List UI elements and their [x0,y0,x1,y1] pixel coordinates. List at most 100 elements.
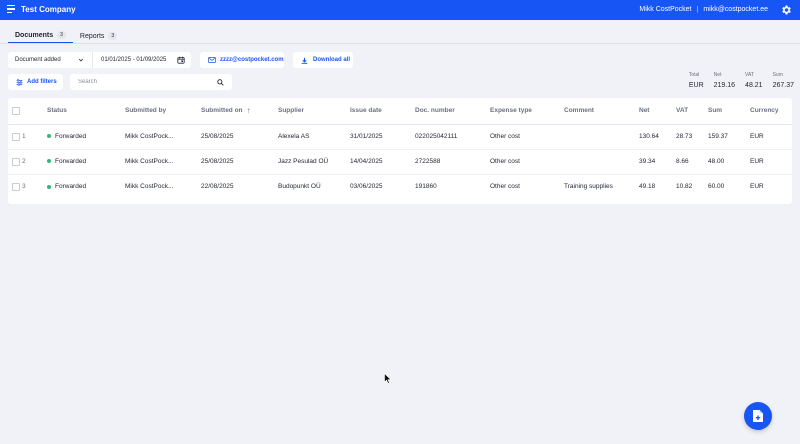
mail-icon [208,57,216,63]
currency-cell: EUR [750,183,764,191]
filter-icon [16,78,23,86]
col-header-expense-type[interactable]: Expense type [490,98,564,125]
date-range-field[interactable]: 01/01/2025 - 01/09/2025 [93,52,191,68]
status-cell: Forwarded [47,149,125,175]
tab-reports-count: 3 [108,32,118,40]
submitted-by-cell: Mikk CostPock... [125,183,174,191]
doc-number-cell: 2722588 [415,149,490,175]
sum-cell: 48.00 [708,149,750,175]
search-icon[interactable] [217,79,224,86]
row-checkbox[interactable] [12,182,20,191]
tabs-divider [0,43,800,44]
download-icon [301,57,308,64]
status-text: Forwarded [55,133,87,140]
net-cell: 49.18 [639,183,656,191]
documents-table: Status Submitted by Submitted on ↑ Suppli… [8,98,792,199]
col-header-sum[interactable]: Sum [708,98,750,125]
submitted-on-cell: 25/08/2025 [201,149,278,175]
total-vat: VAT 48.21 [745,72,763,89]
row-checkbox[interactable] [12,157,20,166]
expense-type-cell: Other cost [490,124,564,150]
user-separator: | [696,6,699,13]
new-document-button[interactable] [744,402,772,430]
tab-documents-label: Documents [15,31,54,39]
select-all-checkbox[interactable] [12,106,20,115]
totals-summary: Total EUR Net 219.16 VAT 48.21 Sum 267.3… [689,72,794,89]
tab-reports-label: Reports [79,32,105,40]
row-number: 1 [22,124,47,150]
sort-select[interactable]: Document added [8,52,93,68]
email-button-label: zzzz@costpocket.com [220,57,284,63]
user-info[interactable]: Mikk CostPocket | mikk@costpocket.ee [639,6,768,13]
tab-documents[interactable]: Documents 3 [8,28,73,44]
issue-date-cell: 14/04/2025 [350,149,415,175]
total-value: EUR [688,82,704,89]
vat-cell: 10.82 [676,183,693,191]
col-header-doc-number[interactable]: Doc. number [415,98,490,125]
col-header-submitted-by[interactable]: Submitted by [125,98,201,125]
col-header-supplier[interactable]: Supplier [278,98,350,125]
supplier-cell: Budopunkt OÜ [278,183,321,191]
status-dot-icon [47,159,51,164]
total-currency: Total EUR [689,72,704,89]
user-name: Mikk CostPocket [639,6,692,13]
tab-documents-count: 3 [57,31,66,39]
submitted-by-cell: Mikk CostPock... [125,149,201,175]
supplier-cell: Jazz Pesulad OÜ [278,149,350,175]
download-all-button[interactable]: Download all [293,52,353,68]
submitted-by-cell: Mikk CostPock... [125,124,201,150]
doc-number-cell: 022025042111 [415,124,490,150]
col-header-submitted-on-label: Submitted on [201,107,243,115]
sum-cell: 159.37 [708,124,750,150]
table-row[interactable]: 2 Forwarded Mikk CostPock... 25/08/2025 … [8,149,792,175]
add-filters-label: Add filters [27,79,57,85]
status-text: Forwarded [55,158,87,165]
status-text: Forwarded [55,183,87,191]
table-header-row: Status Submitted by Submitted on ↑ Suppli… [8,98,792,125]
vat-cell: 8.66 [676,149,708,175]
col-header-net[interactable]: Net [639,98,676,125]
currency-cell: EUR [750,149,792,175]
net-cell: 39.34 [639,149,676,175]
sort-select-value: Document added [15,57,61,63]
col-header-comment[interactable]: Comment [564,98,639,125]
gear-icon[interactable] [780,4,792,16]
status-cell: Forwarded [47,124,125,150]
top-bar: Test Company Mikk CostPocket | mikk@cost… [0,0,800,20]
mouse-cursor-icon [384,373,392,384]
expense-type-cell: Other cost [490,149,564,175]
col-header-currency[interactable]: Currency [750,98,792,125]
sum-label: Sum [772,72,783,78]
search-field[interactable] [70,74,232,90]
table-row[interactable]: 1 Forwarded Mikk CostPock... 25/08/2025 … [8,124,792,150]
menu-icon[interactable] [7,5,15,14]
add-filters-button[interactable]: Add filters [8,74,63,90]
status-cell: Forwarded [47,174,125,199]
row-checkbox[interactable] [12,132,20,141]
currency-cell: EUR [750,124,792,150]
calendar-icon[interactable] [177,56,185,64]
tab-reports[interactable]: Reports 3 [73,28,124,44]
row-number: 3 [22,183,26,191]
col-header-issue-date[interactable]: Issue date [350,98,415,125]
doc-number-cell: 191860 [415,183,437,191]
net-label: Net [713,72,722,78]
submitted-on-cell: 22/08/2025 [201,183,234,191]
email-button[interactable]: zzzz@costpocket.com [200,52,284,68]
comment-cell [564,149,639,175]
comment-cell [564,124,639,150]
new-document-icon [753,410,763,422]
row-number: 2 [22,149,47,175]
table-row[interactable]: 3 Forwarded Mikk CostPock... 22/08/2025 … [8,174,792,199]
download-all-label: Download all [313,57,351,63]
net-cell: 130.64 [639,124,676,150]
vat-label: VAT [745,72,755,78]
sort-arrow-icon: ↑ [246,106,251,116]
col-header-submitted-on[interactable]: Submitted on ↑ [201,98,278,125]
col-header-vat[interactable]: VAT [676,98,708,125]
tab-bar: Documents 3 Reports 3 [8,28,124,44]
comment-cell: Training supplies [564,183,613,191]
col-header-status[interactable]: Status [47,98,125,125]
status-dot-icon [47,134,51,139]
search-input[interactable] [78,79,208,85]
